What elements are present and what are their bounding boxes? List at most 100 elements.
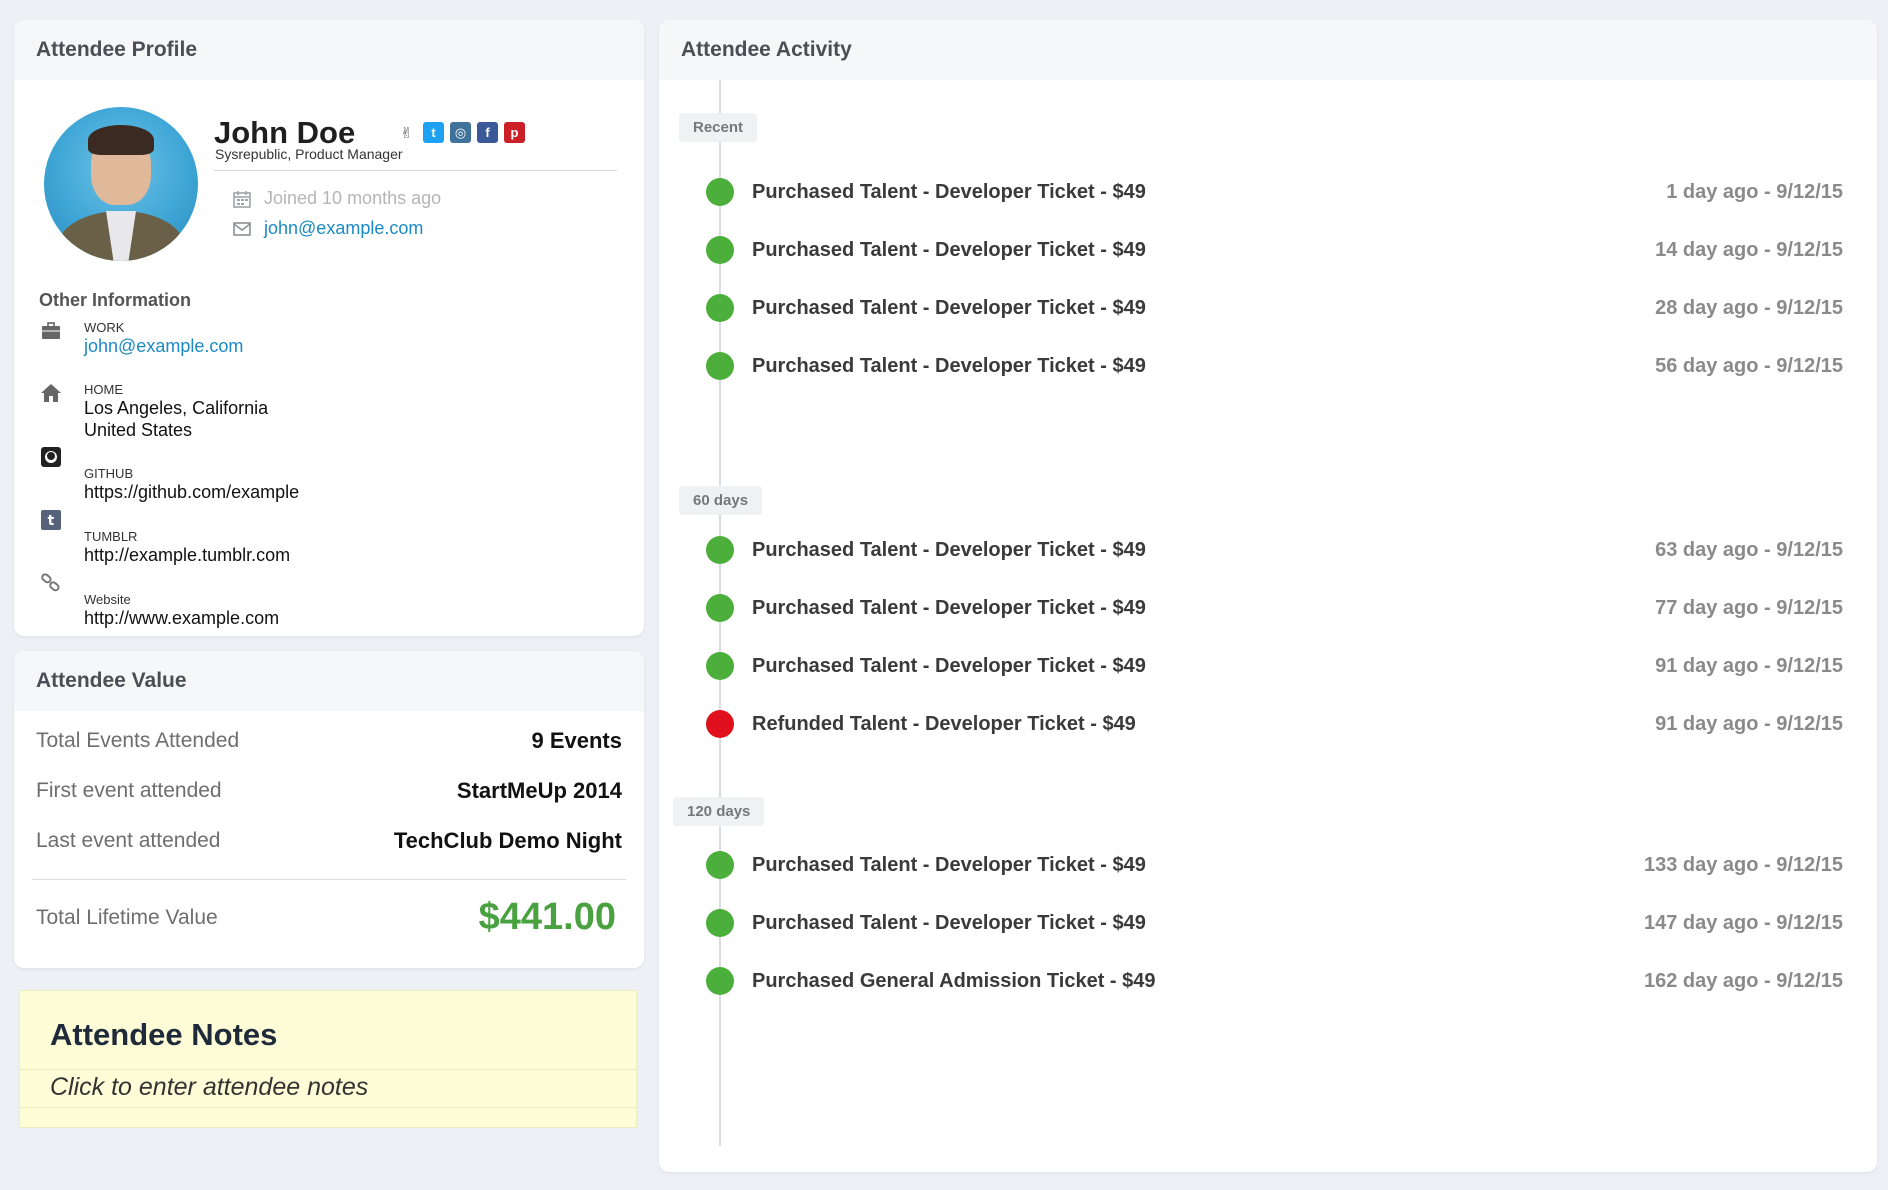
- tumblr-icon: t: [41, 510, 61, 530]
- purchase-status-dot: [706, 178, 734, 206]
- attendee-value-card: Attendee Value Total Events Attended 9 E…: [14, 651, 644, 968]
- event-title: Refunded Talent - Developer Ticket - $49: [752, 713, 1136, 735]
- purchase-status-dot: [706, 536, 734, 564]
- value-row: Total Events Attended 9 Events: [36, 728, 622, 754]
- timeline-event[interactable]: Purchased Talent - Developer Ticket - $4…: [659, 350, 1877, 380]
- timeline-event[interactable]: Purchased General Admission Ticket - $49…: [659, 965, 1877, 995]
- angellist-icon[interactable]: ✌: [396, 122, 417, 143]
- value-row-value: TechClub Demo Night: [393, 828, 622, 853]
- event-title: Purchased Talent - Developer Ticket - $4…: [752, 539, 1146, 561]
- event-title: Purchased Talent - Developer Ticket - $4…: [752, 912, 1146, 934]
- work-email-link[interactable]: john@example.com: [84, 336, 243, 357]
- email-link[interactable]: john@example.com: [264, 218, 423, 239]
- purchase-status-dot: [706, 294, 734, 322]
- email-row: john@example.com: [232, 218, 423, 239]
- home-label: HOME: [84, 382, 123, 397]
- pinterest-icon[interactable]: p: [504, 122, 525, 143]
- event-title: Purchased Talent - Developer Ticket - $4…: [752, 854, 1146, 876]
- purchase-status-dot: [706, 851, 734, 879]
- event-time: 14 day ago - 9/12/15: [1655, 239, 1843, 261]
- timeline-event[interactable]: Purchased Talent - Developer Ticket - $4…: [659, 650, 1877, 680]
- value-row-value: StartMeUp 2014: [456, 778, 622, 803]
- tumblr-label: TUMBLR: [84, 529, 138, 544]
- value-row-value: 9 Events: [531, 728, 623, 753]
- timeline-event[interactable]: Purchased Talent - Developer Ticket - $4…: [659, 592, 1877, 622]
- twitter-icon[interactable]: t: [423, 122, 444, 143]
- tumblr-url[interactable]: http://example.tumblr.com: [84, 545, 290, 566]
- timeline-event[interactable]: Purchased Talent - Developer Ticket - $4…: [659, 534, 1877, 564]
- calendar-icon: [233, 190, 251, 208]
- event-time: 133 day ago - 9/12/15: [1643, 854, 1843, 876]
- timeline-event[interactable]: Purchased Talent - Developer Ticket - $4…: [659, 907, 1877, 937]
- avatar: [44, 107, 198, 261]
- timeline-event[interactable]: Purchased Talent - Developer Ticket - $4…: [659, 849, 1877, 879]
- event-time: 1 day ago - 9/12/15: [1666, 181, 1843, 203]
- attendee-notes-card[interactable]: Attendee Notes Click to enter attendee n…: [19, 990, 637, 1128]
- timeline-group-recent: Recent: [679, 113, 758, 142]
- profile-card-header: Attendee Profile: [14, 20, 644, 80]
- event-time: 56 day ago - 9/12/15: [1655, 355, 1843, 377]
- event-time: 28 day ago - 9/12/15: [1655, 297, 1843, 319]
- divider: [20, 1069, 636, 1070]
- purchase-status-dot: [706, 352, 734, 380]
- timeline-event[interactable]: Purchased Talent - Developer Ticket - $4…: [659, 234, 1877, 264]
- value-row-label: Last event attended: [36, 829, 221, 852]
- work-label: WORK: [84, 320, 125, 335]
- social-links: ✌ t ◎ f p: [396, 122, 525, 143]
- divider: [32, 879, 626, 880]
- briefcase-icon: [42, 322, 60, 339]
- timeline-event[interactable]: Refunded Talent - Developer Ticket - $49…: [659, 708, 1877, 738]
- value-row-label: Total Events Attended: [36, 729, 240, 752]
- other-information-title: Other Information: [39, 290, 191, 310]
- timeline-group-60-days: 60 days: [679, 486, 763, 515]
- purchase-status-dot: [706, 594, 734, 622]
- event-time: 63 day ago - 9/12/15: [1655, 539, 1843, 561]
- envelope-icon: [233, 221, 251, 236]
- home-city: Los Angeles, California: [84, 398, 269, 418]
- event-time: 77 day ago - 9/12/15: [1655, 597, 1843, 619]
- lifetime-value-amount: $441.00: [478, 896, 616, 938]
- purchase-status-dot: [706, 236, 734, 264]
- activity-card-header: Attendee Activity: [659, 20, 1877, 80]
- event-title: Purchased Talent - Developer Ticket - $4…: [752, 655, 1146, 677]
- github-label: GITHUB: [84, 466, 134, 481]
- attendee-activity-card: Attendee Activity Recent Purchased Talen…: [659, 20, 1877, 1172]
- link-icon: [41, 573, 60, 592]
- lifetime-value-row: Total Lifetime Value $441.00: [36, 896, 622, 939]
- joined-row: Joined 10 months ago: [232, 188, 441, 209]
- event-title: Purchased Talent - Developer Ticket - $4…: [752, 181, 1146, 203]
- home-icon: [41, 384, 61, 402]
- joined-text: Joined 10 months ago: [264, 188, 442, 208]
- attendee-profile-card: Attendee Profile John Doe Sysrepublic, P…: [14, 20, 644, 636]
- value-row-label: First event attended: [36, 779, 222, 802]
- event-title: Purchased Talent - Developer Ticket - $4…: [752, 355, 1146, 377]
- github-url[interactable]: https://github.com/example: [84, 482, 299, 503]
- event-title: Purchased Talent - Developer Ticket - $4…: [752, 239, 1146, 261]
- github-icon: [41, 447, 61, 467]
- timeline-group-120-days: 120 days: [673, 797, 765, 826]
- value-row: First event attended StartMeUp 2014: [36, 778, 622, 804]
- event-title: Purchased Talent - Developer Ticket - $4…: [752, 297, 1146, 319]
- website-label: Website: [84, 592, 131, 607]
- notes-input[interactable]: Click to enter attendee notes: [50, 1073, 368, 1102]
- event-time: 162 day ago - 9/12/15: [1643, 970, 1843, 992]
- divider: [20, 1107, 636, 1108]
- timeline-event[interactable]: Purchased Talent - Developer Ticket - $4…: [659, 292, 1877, 322]
- lifetime-value-label: Total Lifetime Value: [36, 905, 218, 929]
- timeline-event[interactable]: Purchased Talent - Developer Ticket - $4…: [659, 176, 1877, 206]
- refund-status-dot: [706, 710, 734, 738]
- event-time: 147 day ago - 9/12/15: [1643, 912, 1843, 934]
- attendee-subtitle: Sysrepublic, Product Manager: [215, 146, 403, 162]
- instagram-icon[interactable]: ◎: [450, 122, 471, 143]
- divider: [214, 170, 617, 171]
- value-row: Last event attended TechClub Demo Night: [36, 828, 622, 854]
- purchase-status-dot: [706, 909, 734, 937]
- notes-title: Attendee Notes: [50, 1017, 278, 1052]
- website-url[interactable]: http://www.example.com: [84, 608, 279, 629]
- value-card-header: Attendee Value: [14, 651, 644, 711]
- event-title: Purchased Talent - Developer Ticket - $4…: [752, 597, 1146, 619]
- svg-text:t: t: [48, 513, 55, 529]
- facebook-icon[interactable]: f: [477, 122, 498, 143]
- event-time: 91 day ago - 9/12/15: [1655, 713, 1843, 735]
- purchase-status-dot: [706, 967, 734, 995]
